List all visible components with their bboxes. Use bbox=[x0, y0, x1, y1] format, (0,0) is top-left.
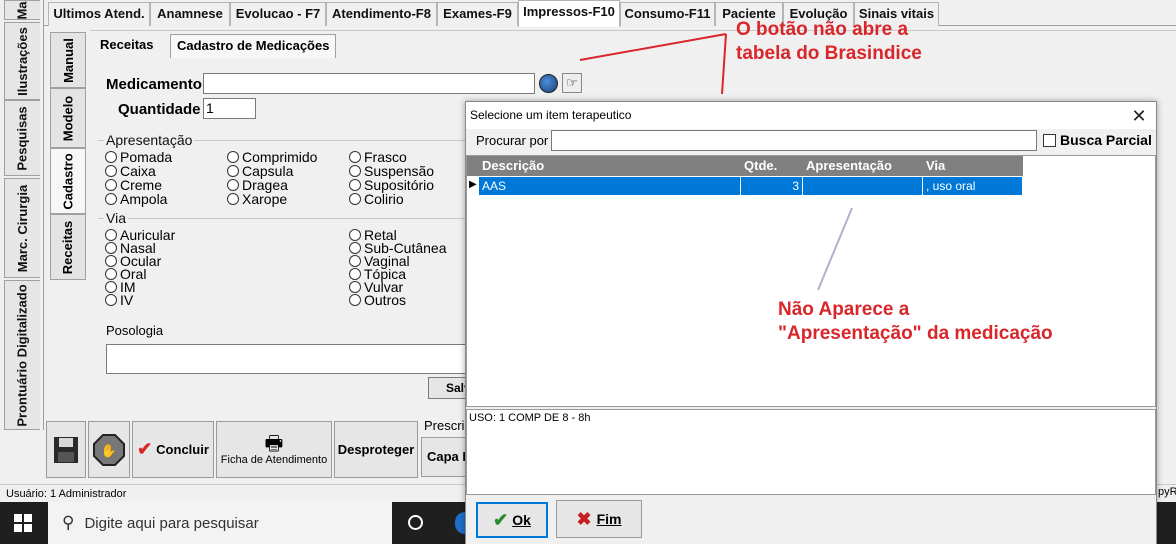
annotation-top: O botão não abre a tabela do Brasindice bbox=[736, 19, 922, 64]
annotation-pointer-line bbox=[817, 207, 853, 291]
annotation-vertical-line bbox=[721, 33, 727, 95]
annotation-lines bbox=[579, 33, 853, 291]
annotation-middle: Não Aparece a "Apresentação" da medicaçã… bbox=[778, 299, 1053, 344]
annotation-arrow-line bbox=[579, 33, 727, 61]
